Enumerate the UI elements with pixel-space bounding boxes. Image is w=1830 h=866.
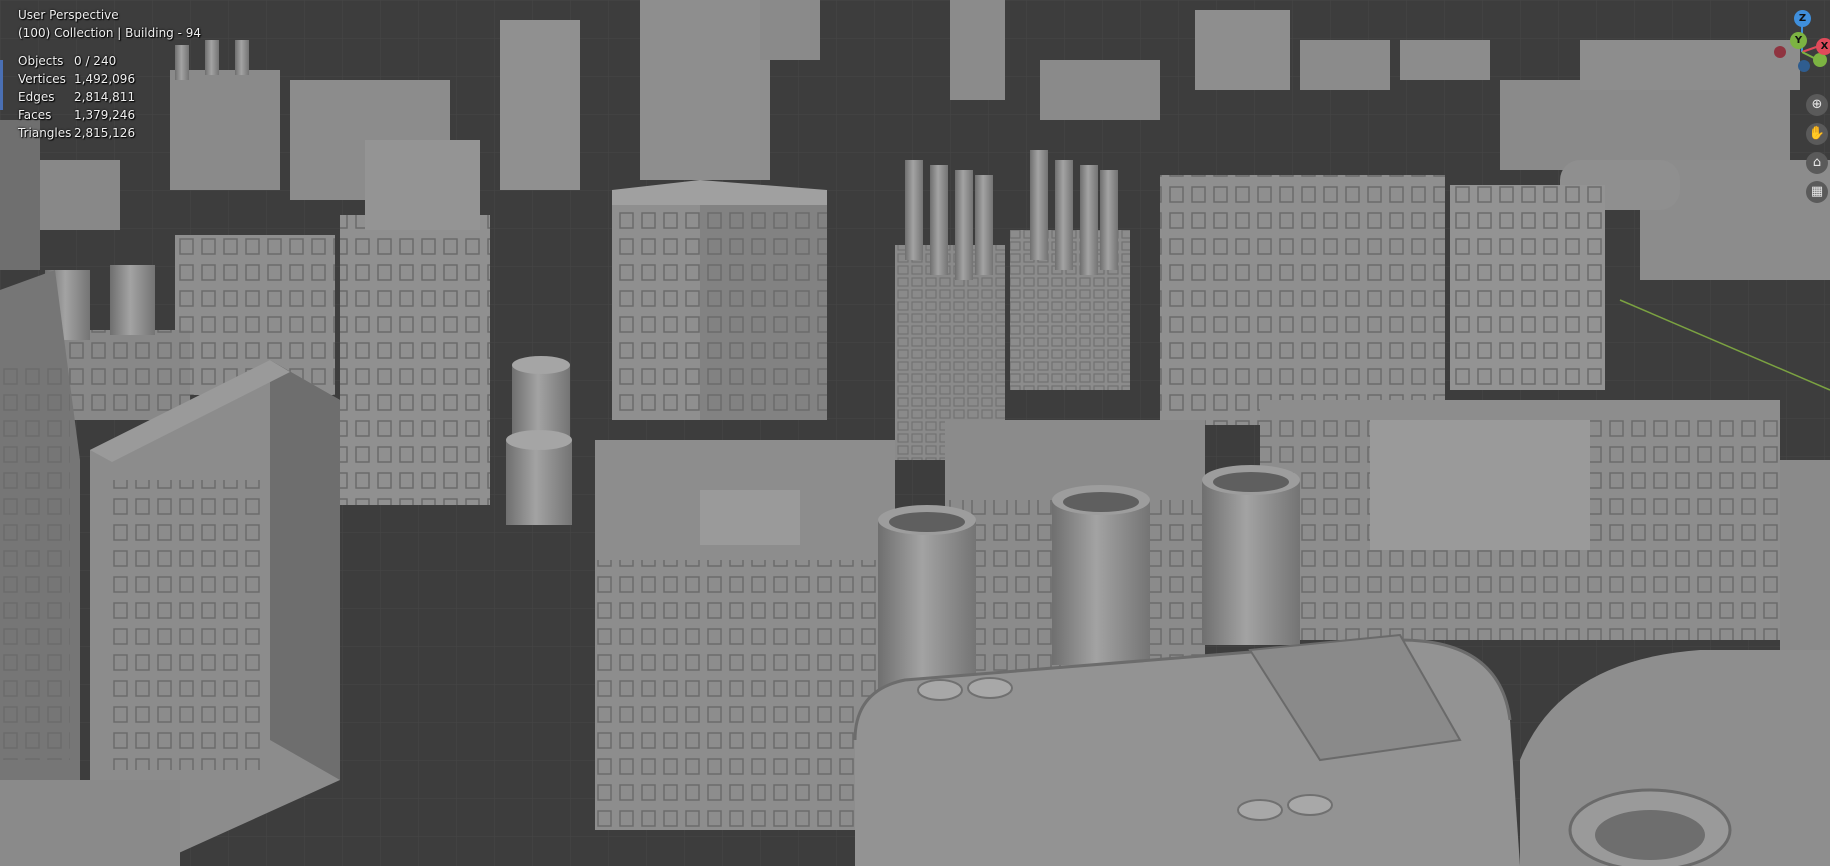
gizmo-y-dot[interactable] [1813, 53, 1827, 67]
stat-value: 2,814,811 [74, 90, 136, 104]
viewport-info-overlay: User Perspective (100) Collection | Buil… [18, 6, 201, 142]
building-center-tower [612, 180, 827, 420]
view-name: User Perspective [18, 8, 119, 22]
hand-icon[interactable]: ✋ [1806, 123, 1828, 145]
collection-info: (100) Collection | Building - 94 [18, 26, 202, 40]
stat-label: Faces [18, 108, 52, 122]
tanks [506, 356, 572, 525]
stat-label: Triangles [18, 126, 72, 140]
viewport-navigation-tools: ⊕ ✋ ⌂ ▦ [1806, 94, 1828, 210]
gizmo-y-axis[interactable]: Y [1790, 32, 1807, 49]
grid-icon[interactable]: ▦ [1806, 181, 1828, 203]
stat-row-triangles: Triangles 2,815,126 [18, 124, 201, 142]
stat-row-objects: Objects 0 / 240 [18, 52, 201, 70]
stat-value: 2,815,126 [74, 126, 136, 140]
stat-label: Objects [18, 54, 64, 68]
navigation-gizmo[interactable]: Z Y X [1760, 8, 1830, 88]
camera-icon[interactable]: ⌂ [1806, 152, 1828, 174]
stat-row-edges: Edges 2,814,811 [18, 88, 201, 106]
stat-row-faces: Faces 1,379,246 [18, 106, 201, 124]
gizmo-x-axis[interactable]: X [1816, 38, 1830, 55]
gizmo-neg-z[interactable] [1798, 60, 1810, 72]
statistics-panel: Objects 0 / 240 Vertices 1,492,096 Edges… [18, 52, 201, 142]
viewport-edge-marker [0, 60, 3, 110]
3d-viewport[interactable]: User Perspective (100) Collection | Buil… [0, 0, 1830, 866]
gizmo-neg-x[interactable] [1774, 46, 1786, 58]
stat-label: Edges [18, 90, 55, 104]
stat-value: 1,492,096 [74, 72, 136, 86]
gizmo-z-axis[interactable]: Z [1794, 10, 1811, 27]
stat-value: 0 / 240 [74, 54, 117, 68]
zoom-icon[interactable]: ⊕ [1806, 94, 1828, 116]
city-scene[interactable] [0, 0, 1830, 866]
stat-value: 1,379,246 [74, 108, 136, 122]
stat-row-vertices: Vertices 1,492,096 [18, 70, 201, 88]
stat-label: Vertices [18, 72, 66, 86]
